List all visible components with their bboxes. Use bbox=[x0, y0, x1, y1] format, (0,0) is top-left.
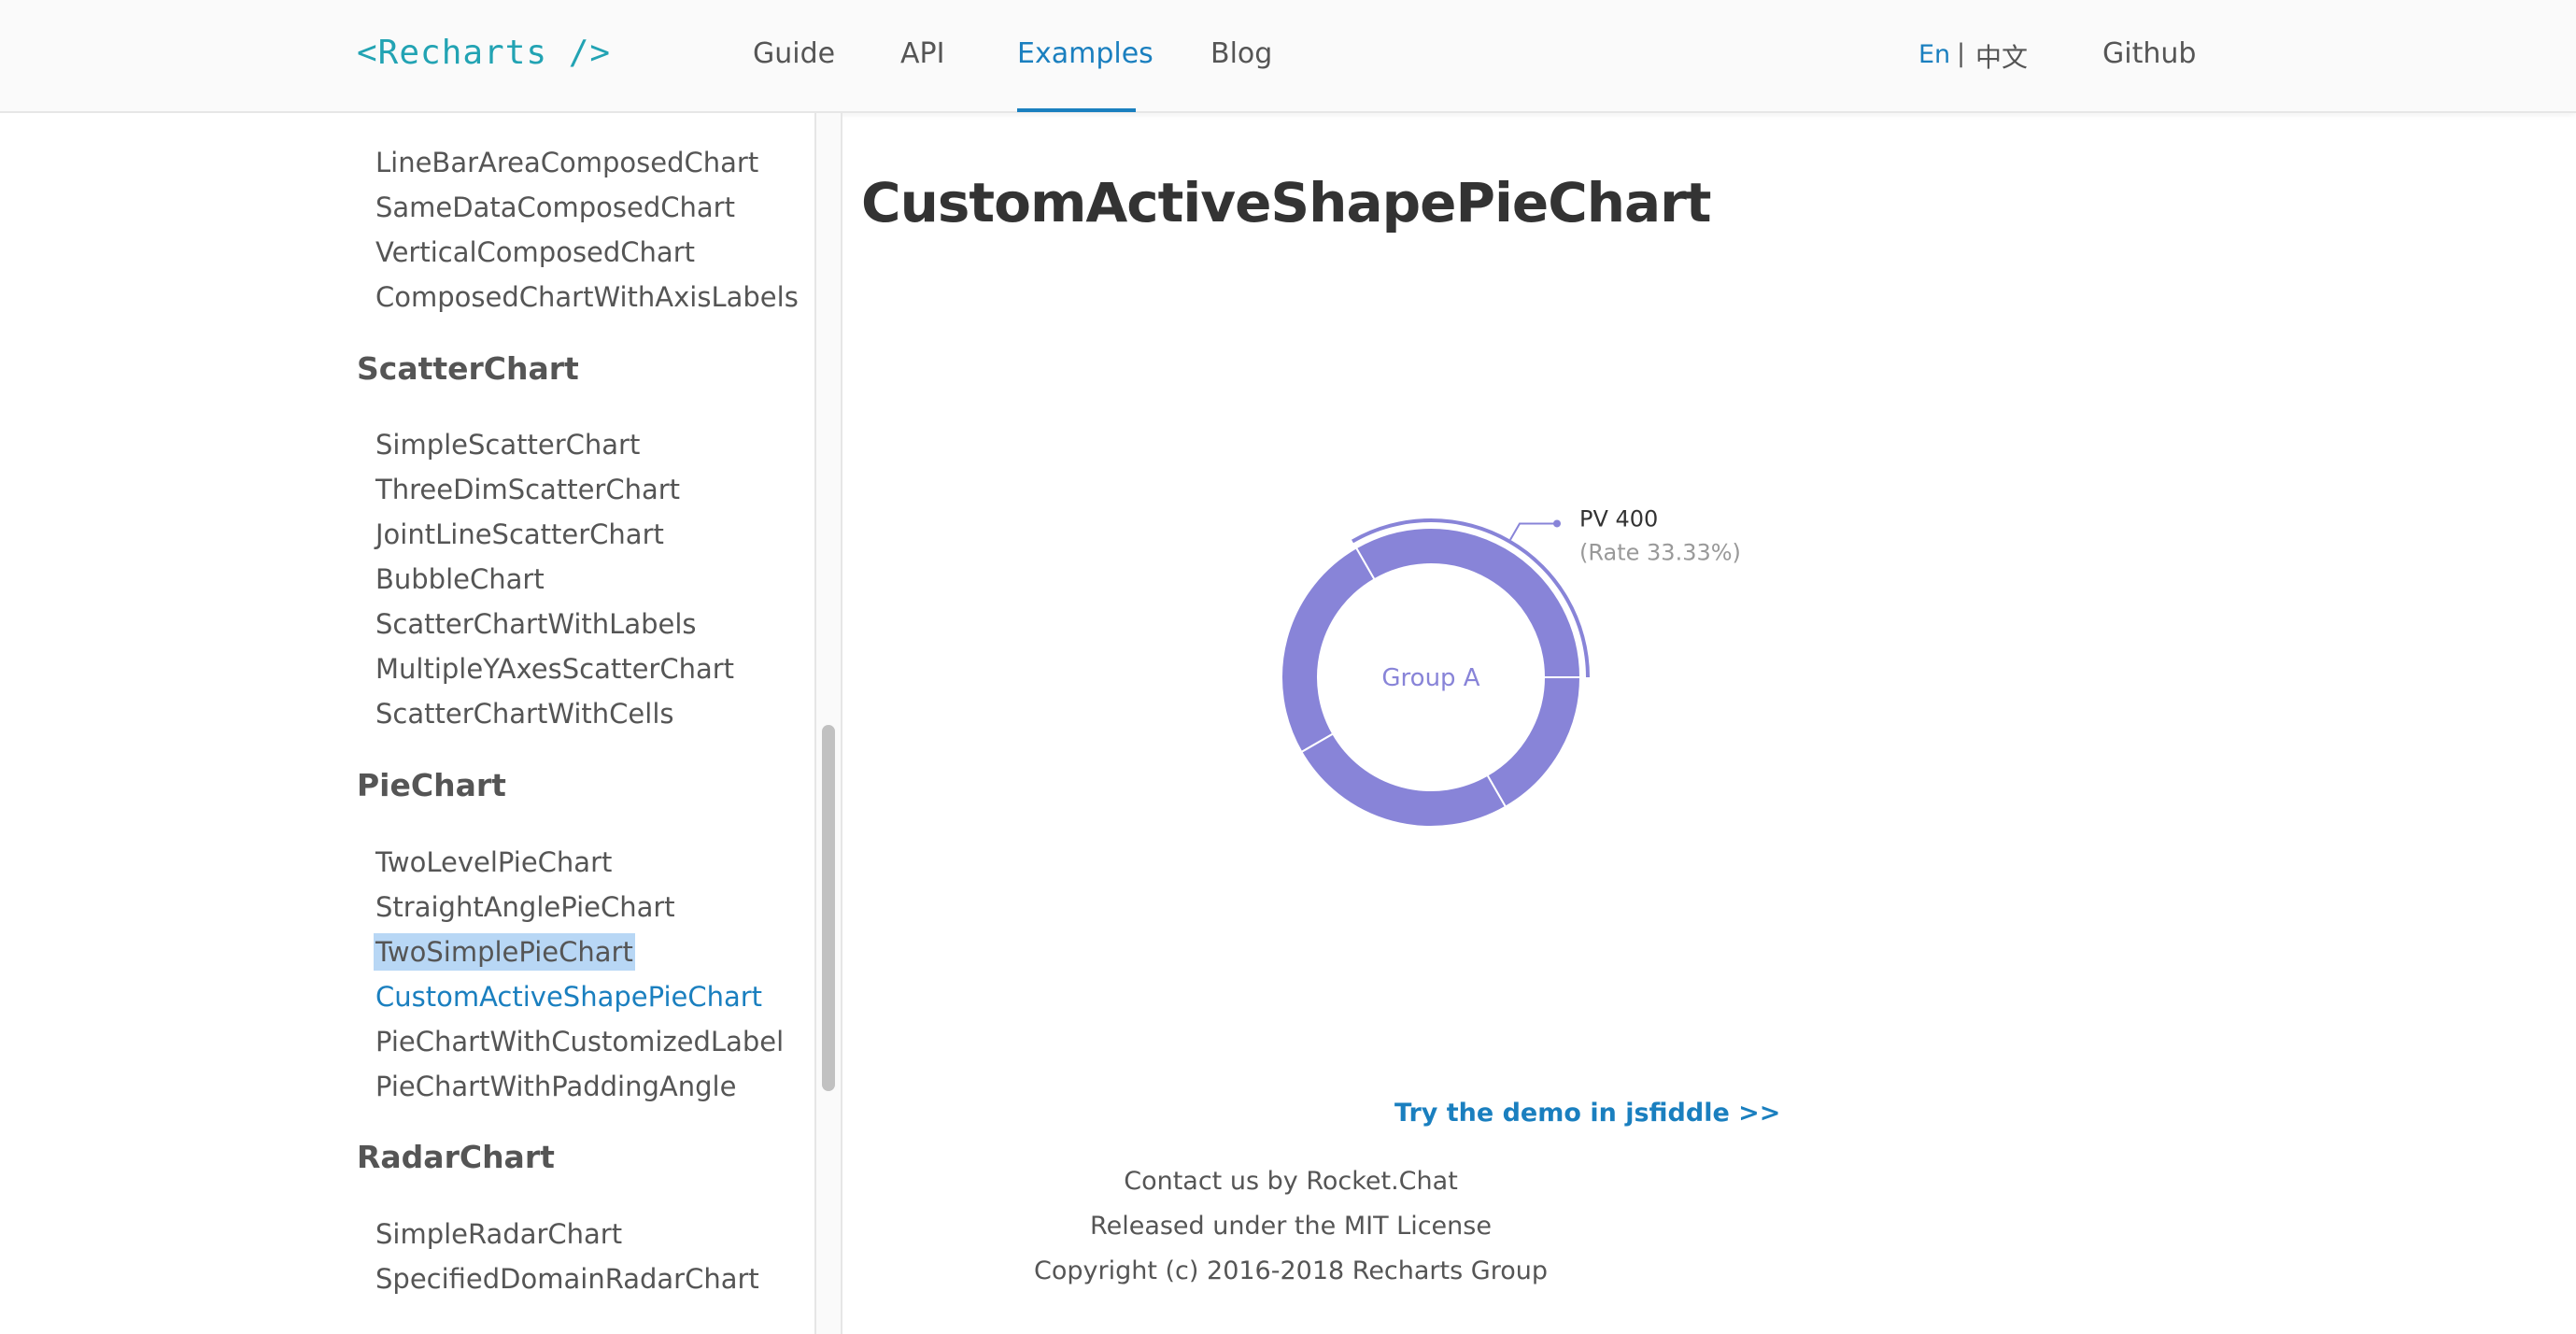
nav-active-indicator bbox=[1017, 108, 1136, 112]
sidebar-item-samedatacomposedchart[interactable]: SameDataComposedChart bbox=[375, 189, 735, 226]
sidebar-group-scatterchart: ScatterChart bbox=[357, 350, 579, 387]
footer-copyright: Copyright (c) 2016-2018 Recharts Group bbox=[1034, 1256, 1548, 1285]
sidebar-item-twosimplepiechart[interactable]: TwoSimplePieChart bbox=[374, 933, 635, 971]
footer-contact: Contact us by Rocket.Chat bbox=[824, 1167, 1758, 1196]
sidebar-item-customactiveshapepiechart[interactable]: CustomActiveShapePieChart bbox=[375, 978, 762, 1015]
nav-github[interactable]: Github bbox=[2102, 37, 2196, 70]
pie-slice-group-d[interactable] bbox=[1486, 676, 1582, 808]
nav-blog[interactable]: Blog bbox=[1210, 37, 1272, 70]
sidebar-item-verticalcomposedchart[interactable]: VerticalComposedChart bbox=[375, 234, 695, 271]
sidebar-item-piechartwithcustomizedlabel[interactable]: PieChartWithCustomizedLabel bbox=[375, 1023, 784, 1060]
sidebar-item-composedchartwithaxislabels[interactable]: ComposedChartWithAxisLabels bbox=[375, 278, 799, 316]
content-divider bbox=[841, 113, 842, 1334]
sidebar-item-simpleradarchart[interactable]: SimpleRadarChart bbox=[375, 1215, 622, 1253]
active-label-dot bbox=[1553, 519, 1561, 528]
sidebar-item-bubblechart[interactable]: BubbleChart bbox=[375, 561, 545, 598]
active-value-label: PV 400 bbox=[1579, 505, 1658, 532]
sidebar-group-radarchart: RadarChart bbox=[357, 1139, 555, 1175]
nav-examples[interactable]: Examples bbox=[1017, 37, 1154, 70]
sidebar-item-threedimscatterchart[interactable]: ThreeDimScatterChart bbox=[375, 471, 680, 508]
custom-active-shape-pie-chart: PV 400 (Rate 33.33%) Group A bbox=[1281, 505, 1741, 828]
footer-contact-prefix: Contact us by bbox=[1124, 1167, 1307, 1196]
top-header: <Recharts /> Guide API Examples Blog En … bbox=[0, 0, 2576, 113]
language-en-link[interactable]: En bbox=[1918, 40, 1950, 69]
pie-slice-group-b[interactable] bbox=[1281, 546, 1376, 754]
sidebar-item-multipleyaxesscatterchart[interactable]: MultipleYAxesScatterChart bbox=[375, 650, 734, 688]
sidebar-item-specifieddomainradarchart[interactable]: SpecifiedDomainRadarChart bbox=[375, 1260, 759, 1298]
sidebar-item-scatterchartwithcells[interactable]: ScatterChartWithCells bbox=[375, 695, 673, 732]
footer-license: Released under the MIT License bbox=[1090, 1212, 1492, 1241]
sidebar-item-twolevelpiechart[interactable]: TwoLevelPieChart bbox=[375, 844, 612, 881]
sidebar-scrollbar-thumb[interactable] bbox=[822, 725, 835, 1091]
sidebar-item-simplescatterchart[interactable]: SimpleScatterChart bbox=[375, 426, 640, 463]
sidebar-scrollbar-track[interactable] bbox=[816, 113, 841, 1334]
pie-slice-group-c[interactable] bbox=[1300, 732, 1507, 828]
nav-api[interactable]: API bbox=[900, 37, 944, 70]
sidebar-item-linebarareacomposedchart[interactable]: LineBarAreaComposedChart bbox=[375, 144, 758, 181]
pie-center-label: Group A bbox=[1381, 664, 1479, 692]
sidebar-item-piechartwithpaddingangle[interactable]: PieChartWithPaddingAngle bbox=[375, 1068, 736, 1105]
sidebar-item-jointlinescatterchart[interactable]: JointLineScatterChart bbox=[375, 516, 664, 553]
active-rate-label: (Rate 33.33%) bbox=[1579, 539, 1741, 565]
examples-sidebar: LineBarAreaComposedChart SameDataCompose… bbox=[0, 113, 816, 1334]
language-separator: | bbox=[1957, 39, 1966, 68]
nav-guide[interactable]: Guide bbox=[753, 37, 835, 70]
page-title: CustomActiveShapePieChart bbox=[861, 171, 1712, 234]
sidebar-item-straightanglepiechart[interactable]: StraightAnglePieChart bbox=[375, 888, 675, 926]
rocket-chat-link[interactable]: Rocket.Chat bbox=[1306, 1167, 1457, 1196]
active-label-leader-line bbox=[1509, 522, 1557, 541]
sidebar-item-scatterchartwithlabels[interactable]: ScatterChartWithLabels bbox=[375, 605, 697, 643]
recharts-logo[interactable]: <Recharts /> bbox=[357, 34, 611, 72]
sidebar-group-piechart: PieChart bbox=[357, 767, 506, 803]
jsfiddle-demo-link[interactable]: Try the demo in jsfiddle >> bbox=[1394, 1099, 1780, 1128]
language-zh-link[interactable]: 中文 bbox=[1975, 37, 2028, 75]
pie-slice-group-a[interactable] bbox=[1354, 527, 1582, 678]
